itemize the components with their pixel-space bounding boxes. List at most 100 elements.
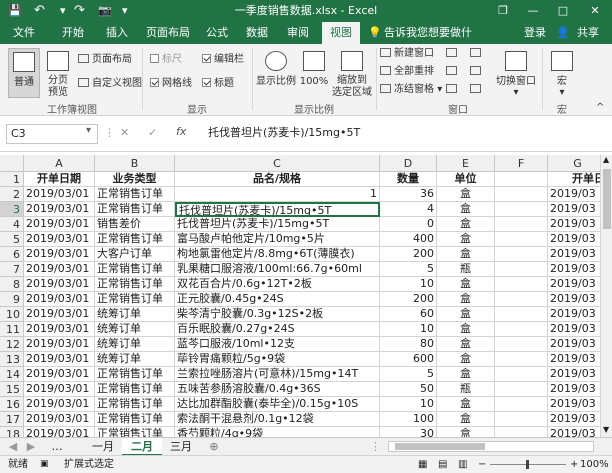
table-cell[interactable] xyxy=(495,232,548,247)
table-cell[interactable] xyxy=(495,397,548,412)
zoom-out-button[interactable]: − xyxy=(478,456,486,473)
split-icon[interactable] xyxy=(446,48,460,60)
column-header[interactable]: B xyxy=(95,155,175,172)
hide-icon[interactable] xyxy=(446,66,460,78)
table-cell[interactable]: 10 xyxy=(380,322,437,337)
zoom-button[interactable]: 显示比例 xyxy=(256,48,296,98)
table-cell[interactable]: 瓶 xyxy=(437,382,495,397)
tab-insert[interactable]: 插入 xyxy=(98,22,136,44)
table-cell[interactable]: 2019/03 xyxy=(548,187,600,202)
table-cell[interactable] xyxy=(495,307,548,322)
table-cell[interactable] xyxy=(495,412,548,427)
tab-review[interactable]: 审阅 xyxy=(280,22,316,44)
table-cell[interactable]: 2019/03 xyxy=(548,412,600,427)
table-cell[interactable]: 正常销售订单 xyxy=(95,202,175,217)
scroll-down-icon[interactable]: ▼ xyxy=(603,425,609,434)
table-cell[interactable]: 2019/03 xyxy=(548,232,600,247)
table-cell[interactable]: 600 xyxy=(380,352,437,367)
column-header[interactable]: F xyxy=(495,155,548,172)
page-layout-view-icon[interactable]: ▤ xyxy=(438,456,447,473)
maximize-icon[interactable]: □ xyxy=(548,0,578,22)
tab-page-layout[interactable]: 页面布局 xyxy=(142,22,194,44)
reset-window-position-icon[interactable] xyxy=(470,84,484,96)
zoom-to-selection-button[interactable]: 缩放到 选定区域 xyxy=(332,48,372,98)
table-cell[interactable]: 盒 xyxy=(437,352,495,367)
table-cell[interactable]: 0 xyxy=(380,217,437,232)
table-cell[interactable]: 正常销售订单 xyxy=(95,292,175,307)
table-cell[interactable]: 2019/03 xyxy=(548,307,600,322)
table-cell[interactable] xyxy=(495,262,548,277)
header-cell[interactable]: 业务类型 xyxy=(95,172,175,187)
table-cell[interactable]: 10 xyxy=(380,277,437,292)
table-cell[interactable]: 50 xyxy=(380,382,437,397)
table-cell[interactable]: 2019/03 xyxy=(548,382,600,397)
table-cell[interactable]: 100 xyxy=(380,412,437,427)
row-header[interactable]: 3 xyxy=(0,202,24,217)
table-cell[interactable]: 盒 xyxy=(437,277,495,292)
table-cell[interactable]: 2019/03 xyxy=(548,427,600,437)
table-cell[interactable]: 柴芩清宁胶囊/0.3g•12S•2板 xyxy=(175,307,380,322)
table-cell[interactable]: 五味苦参肠溶胶囊/0.4g•36S xyxy=(175,382,380,397)
close-icon[interactable]: ✕ xyxy=(580,0,610,22)
minimize-icon[interactable]: — xyxy=(518,0,548,22)
tab-view[interactable]: 视图 xyxy=(322,22,360,44)
table-cell[interactable]: 2019/03 xyxy=(548,217,600,232)
table-cell[interactable]: 达比加群酯胶囊(泰毕全)/0.15g•10S xyxy=(175,397,380,412)
table-cell[interactable]: 2019/03/01 xyxy=(24,232,95,247)
table-cell[interactable]: 盒 xyxy=(437,202,495,217)
ribbon-display-icon[interactable]: ❐ xyxy=(488,0,518,22)
macros-button[interactable]: 宏 ▾ xyxy=(546,48,578,98)
table-cell[interactable]: 盒 xyxy=(437,217,495,232)
table-cell[interactable]: 2019/03 xyxy=(548,202,600,217)
table-cell[interactable]: 36 xyxy=(380,187,437,202)
sync-scroll-icon[interactable] xyxy=(470,66,484,78)
scrollbar-thumb[interactable] xyxy=(603,169,611,229)
table-cell[interactable]: 盒 xyxy=(437,427,495,437)
table-cell[interactable] xyxy=(495,352,548,367)
table-cell[interactable]: 5 xyxy=(380,262,437,277)
table-cell[interactable] xyxy=(495,217,548,232)
table-cell[interactable]: 统筹订单 xyxy=(95,352,175,367)
gridlines-checkbox[interactable]: 网格线 xyxy=(150,78,192,90)
enter-icon[interactable]: ✓ xyxy=(148,126,157,139)
table-cell[interactable] xyxy=(495,382,548,397)
table-cell[interactable]: 荜铃胃痛颗粒/5g•9袋 xyxy=(175,352,380,367)
table-cell[interactable]: 正常销售订单 xyxy=(95,277,175,292)
table-cell[interactable]: 400 xyxy=(380,232,437,247)
select-all-corner[interactable] xyxy=(0,155,24,172)
table-cell[interactable]: 盒 xyxy=(437,307,495,322)
table-cell[interactable]: 2019/03/01 xyxy=(24,412,95,427)
table-cell[interactable] xyxy=(495,247,548,262)
table-cell[interactable]: 正常销售订单 xyxy=(95,412,175,427)
table-cell[interactable]: 兰索拉唑肠溶片(可意林)/15mg•14T xyxy=(175,367,380,382)
table-cell[interactable] xyxy=(495,202,548,217)
row-header[interactable]: 7 xyxy=(0,262,24,277)
table-cell[interactable]: 正常销售订单 xyxy=(95,262,175,277)
table-cell[interactable]: 盒 xyxy=(437,397,495,412)
next-sheet-icon[interactable]: ▶ xyxy=(24,438,38,456)
tab-formulas[interactable]: 公式 xyxy=(200,22,234,44)
table-cell[interactable]: 10 xyxy=(380,397,437,412)
splitter-icon[interactable]: ⋮ xyxy=(370,438,381,456)
name-box[interactable]: C3 xyxy=(6,124,98,144)
table-cell[interactable]: 正常销售订单 xyxy=(95,367,175,382)
table-cell[interactable]: 200 xyxy=(380,247,437,262)
table-cell[interactable] xyxy=(495,427,548,437)
table-cell[interactable]: 2019/03/01 xyxy=(24,397,95,412)
sheet-tab-feb[interactable]: 二月 xyxy=(122,438,162,456)
macro-record-icon[interactable]: ▣ xyxy=(40,456,49,473)
tab-file[interactable]: 文件 xyxy=(4,22,44,44)
zoom-slider[interactable] xyxy=(490,460,566,469)
view-side-by-side-icon[interactable] xyxy=(470,48,484,60)
table-cell[interactable]: 枸地氯雷他定片/8.8mg•6T(薄膜衣) xyxy=(175,247,380,262)
row-header[interactable]: 4 xyxy=(0,217,24,232)
header-cell[interactable]: 数量 xyxy=(380,172,437,187)
table-cell[interactable]: 2019/03 xyxy=(548,277,600,292)
table-cell[interactable]: 2019/03 xyxy=(548,367,600,382)
table-cell[interactable]: 2019/03 xyxy=(548,337,600,352)
new-window-button[interactable]: 新建窗口 xyxy=(380,48,434,60)
row-header[interactable]: 9 xyxy=(0,292,24,307)
normal-view-icon[interactable]: ▦ xyxy=(418,456,427,473)
table-cell[interactable]: 2019/03 xyxy=(548,262,600,277)
header-cell[interactable]: 品名/规格 xyxy=(175,172,380,187)
